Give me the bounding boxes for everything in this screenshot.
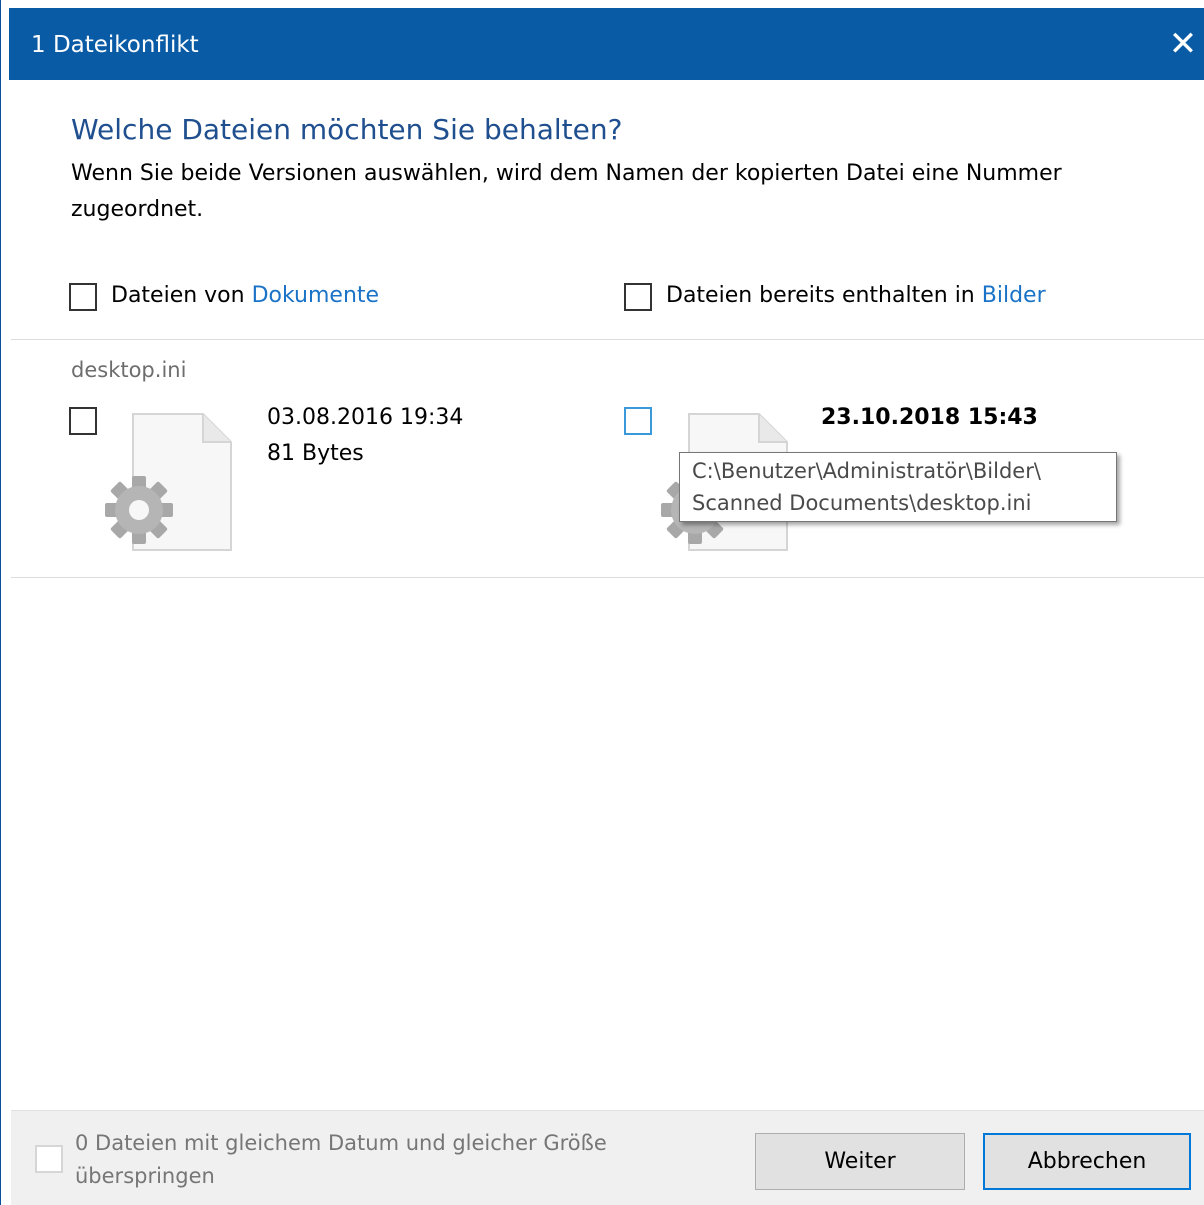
source-file-size: 81 Bytes (267, 441, 364, 466)
close-icon[interactable]: ✕ (1161, 20, 1204, 68)
skip-identical-label: 0 Dateien mit gleichem Datum und gleiche… (75, 1131, 607, 1188)
dialog-footer: 0 Dateien mit gleichem Datum und gleiche… (11, 1110, 1204, 1205)
source-file-meta: 03.08.2016 19:34 81 Bytes (267, 400, 463, 472)
skip-identical-checkbox[interactable] (35, 1145, 63, 1173)
file-conflict-dialog: 1 Dateikonflikt ✕ Welche Dateien möchten… (0, 0, 1204, 1205)
select-all-dest-label[interactable]: Dateien bereits enthalten in Bilder (666, 281, 1046, 311)
tooltip-line-2: Scanned Documents\desktop.ini (692, 491, 1032, 515)
divider-bottom (11, 577, 1204, 578)
dest-folder-link[interactable]: Bilder (982, 283, 1046, 308)
tooltip-line-1: C:\Benutzer\Administratör\Bilder\ (692, 459, 1041, 483)
select-all-source-checkbox[interactable] (69, 283, 97, 311)
select-all-source-label[interactable]: Dateien von Dokumente (111, 281, 379, 311)
divider-top (11, 339, 1204, 340)
path-tooltip: C:\Benutzer\Administratör\Bilder\ Scanne… (679, 452, 1117, 522)
dialog-description: Wenn Sie beide Versionen auswählen, wird… (71, 161, 1062, 222)
source-folder-link[interactable]: Dokumente (252, 283, 379, 308)
window-title: 1 Dateikonflikt (31, 32, 199, 58)
dest-file-checkbox[interactable] (624, 407, 652, 435)
select-all-dest-checkbox[interactable] (624, 283, 652, 311)
title-bar: 1 Dateikonflikt ✕ (9, 8, 1204, 80)
conflict-filename: desktop.ini (71, 358, 187, 382)
settings-file-icon[interactable] (105, 410, 235, 560)
select-all-dest-prefix: Dateien bereits enthalten in (666, 283, 975, 308)
dialog-heading: Welche Dateien möchten Sie behalten? (71, 113, 623, 146)
dest-file-meta: 23.10.2018 15:43 (821, 400, 1038, 436)
dest-file-date: 23.10.2018 15:43 (821, 405, 1038, 430)
cancel-button[interactable]: Abbrechen (983, 1133, 1191, 1190)
source-file-date: 03.08.2016 19:34 (267, 405, 464, 430)
source-file-checkbox[interactable] (69, 407, 97, 435)
continue-button[interactable]: Weiter (755, 1133, 965, 1190)
select-all-source-prefix: Dateien von (111, 283, 245, 308)
